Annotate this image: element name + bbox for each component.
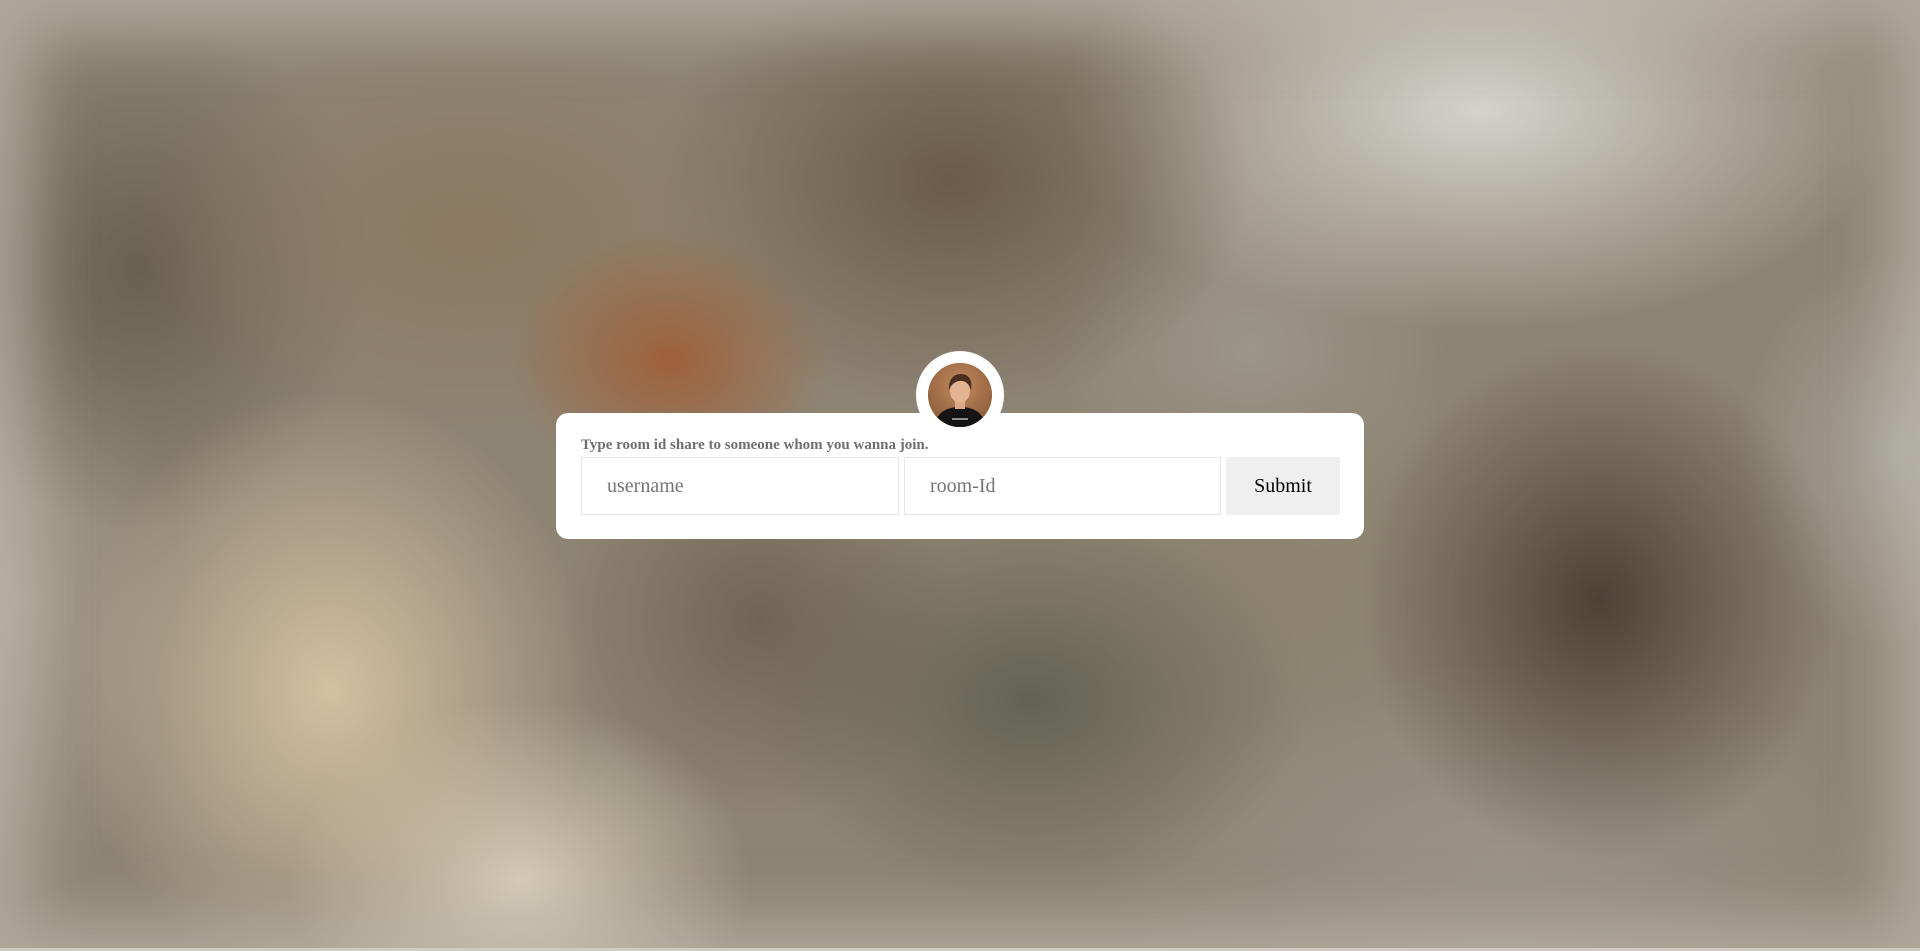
instruction-text: Type room id share to someone whom you w… xyxy=(581,437,929,453)
username-input[interactable] xyxy=(581,457,899,515)
user-photo-avatar-icon xyxy=(928,363,992,427)
room-id-input[interactable] xyxy=(904,457,1221,515)
submit-button[interactable]: Submit xyxy=(1226,457,1340,515)
avatar xyxy=(928,363,992,427)
